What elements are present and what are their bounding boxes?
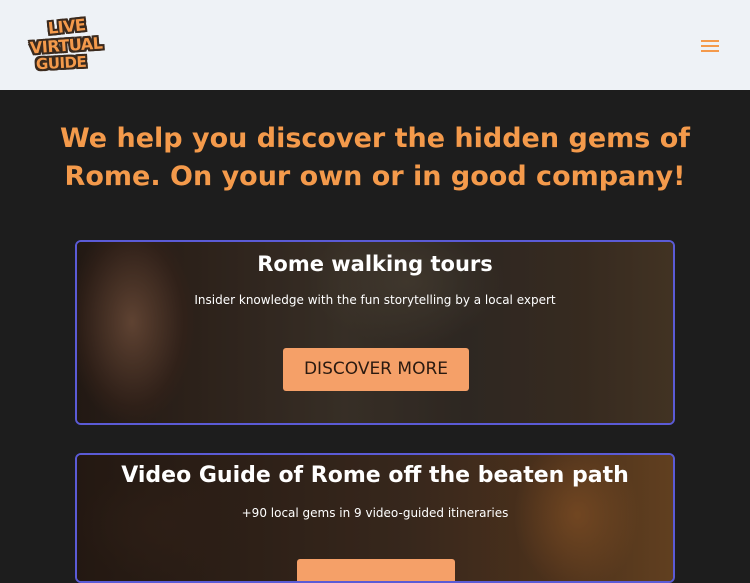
- live-virtual-guide-logo[interactable]: LIVE VIRTUAL GUIDE: [28, 15, 103, 76]
- card-video-guide[interactable]: Video Guide of Rome off the beaten path …: [75, 453, 675, 583]
- discover-more-button[interactable]: DISCOVER MORE: [283, 348, 469, 391]
- menu-bar: [701, 50, 719, 52]
- card-rome-walking-tours[interactable]: Rome walking tours Insider knowledge wit…: [75, 240, 675, 425]
- card-subtitle: Insider knowledge with the fun storytell…: [194, 293, 556, 307]
- site-header: LIVE VIRTUAL GUIDE: [0, 0, 750, 90]
- card-title: Rome walking tours: [257, 252, 493, 276]
- card-subtitle: +90 local gems in 9 video-guided itinera…: [241, 506, 509, 520]
- menu-bar: [701, 45, 719, 47]
- hamburger-menu-icon[interactable]: [699, 38, 721, 54]
- card-title: Video Guide of Rome off the beaten path: [121, 463, 629, 488]
- page-headline: We help you discover the hidden gems of …: [59, 123, 691, 192]
- menu-bar: [701, 40, 719, 42]
- logo-word-guide: GUIDE: [35, 52, 87, 74]
